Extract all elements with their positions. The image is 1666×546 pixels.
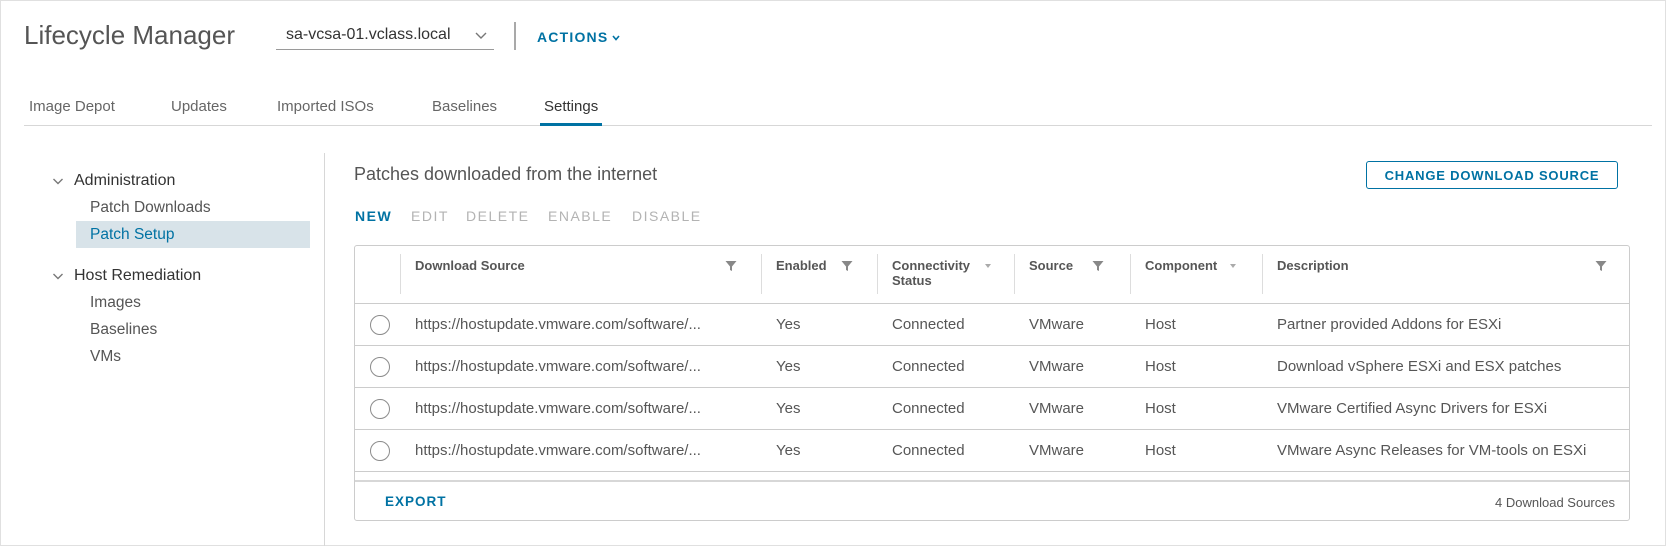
column-connectivity-status[interactable]: Connectivity Status <box>878 246 1014 304</box>
tab-imported-isos[interactable]: Imported ISOs <box>277 98 374 126</box>
column-label-line2: Status <box>892 273 932 288</box>
page-title: Lifecycle Manager <box>24 20 235 50</box>
sidebar-group-label: Host Remediation <box>74 267 202 284</box>
column-enabled[interactable]: Enabled <box>762 246 877 304</box>
row-select-radio[interactable] <box>370 441 390 461</box>
tab-updates[interactable]: Updates <box>171 98 227 126</box>
row-select-radio[interactable] <box>370 315 390 335</box>
vcenter-selected-value: sa-vcsa-01.vclass.local <box>286 26 451 43</box>
chevron-down-icon <box>612 35 621 42</box>
column-label: Description <box>1277 258 1349 273</box>
cell-source: VMware <box>1029 442 1085 459</box>
delete-button[interactable]: DELETE <box>466 208 529 224</box>
table-row[interactable]: https://hostupdate.vmware.com/software/.… <box>355 388 1629 430</box>
cell-connectivity: Connected <box>892 358 965 375</box>
grid-footer: EXPORT 4 Download Sources <box>355 480 1629 520</box>
cell-download-source: https://hostupdate.vmware.com/software/.… <box>415 400 701 417</box>
cell-source: VMware <box>1029 400 1085 417</box>
cell-description: Download vSphere ESXi and ESX patches <box>1277 358 1562 375</box>
sidebar-item-images[interactable]: Images <box>76 289 310 316</box>
row-select-radio[interactable] <box>370 399 390 419</box>
tab-image-depot[interactable]: Image Depot <box>29 98 115 126</box>
sidebar-item-patch-setup[interactable]: Patch Setup <box>76 221 310 248</box>
column-source[interactable]: Source <box>1015 246 1130 304</box>
cell-enabled: Yes <box>776 400 801 417</box>
column-label: Enabled <box>776 258 827 273</box>
vcenter-selector[interactable]: sa-vcsa-01.vclass.local <box>276 24 494 50</box>
cell-description: Partner provided Addons for ESXi <box>1277 316 1502 333</box>
tab-baselines[interactable]: Baselines <box>432 98 497 126</box>
cell-connectivity: Connected <box>892 442 965 459</box>
cell-enabled: Yes <box>776 316 801 333</box>
cell-component: Host <box>1145 400 1176 417</box>
export-button[interactable]: EXPORT <box>385 494 447 509</box>
cell-component: Host <box>1145 442 1176 459</box>
sort-caret-icon[interactable] <box>1230 263 1236 269</box>
filter-icon[interactable] <box>725 260 737 272</box>
row-select-radio[interactable] <box>370 357 390 377</box>
section-title: Patches downloaded from the internet <box>354 164 658 184</box>
chevron-down-icon <box>53 273 63 280</box>
grid-header: Download Source Enabled Connectivity Sta… <box>355 246 1629 304</box>
cell-download-source: https://hostupdate.vmware.com/software/.… <box>415 442 701 459</box>
column-label: Source <box>1029 258 1074 273</box>
column-description[interactable]: Description <box>1263 246 1629 304</box>
cell-description: VMware Async Releases for VM-tools on ES… <box>1277 442 1587 459</box>
sidebar-group-label: Administration <box>74 172 176 189</box>
column-component[interactable]: Component <box>1131 246 1262 304</box>
download-sources-grid: Download Source Enabled Connectivity Sta… <box>354 245 1630 521</box>
filter-icon[interactable] <box>841 260 853 272</box>
filter-icon[interactable] <box>1595 260 1607 272</box>
tab-bar: Image Depot Updates Imported ISOs Baseli… <box>24 90 1652 126</box>
column-download-source[interactable]: Download Source <box>401 246 761 304</box>
cell-enabled: Yes <box>776 358 801 375</box>
cell-component: Host <box>1145 316 1176 333</box>
sidebar-item-patch-downloads[interactable]: Patch Downloads <box>76 194 310 221</box>
table-row[interactable]: https://hostupdate.vmware.com/software/.… <box>355 430 1629 472</box>
sidebar-group-host-remediation[interactable]: Host Remediation <box>52 267 201 285</box>
actions-menu-button[interactable]: ACTIONS <box>537 29 621 45</box>
filter-icon[interactable] <box>1092 260 1104 272</box>
chevron-down-icon <box>53 178 63 185</box>
disable-button[interactable]: DISABLE <box>632 208 702 224</box>
cell-connectivity: Connected <box>892 316 965 333</box>
cell-download-source: https://hostupdate.vmware.com/software/.… <box>415 316 701 333</box>
sidebar-divider <box>324 153 325 546</box>
tab-settings[interactable]: Settings <box>540 98 603 126</box>
chevron-down-icon <box>475 32 487 39</box>
cell-description: VMware Certified Async Drivers for ESXi <box>1277 400 1548 417</box>
cell-source: VMware <box>1029 358 1085 375</box>
cell-download-source: https://hostupdate.vmware.com/software/.… <box>415 358 701 375</box>
cell-connectivity: Connected <box>892 400 965 417</box>
edit-button[interactable]: EDIT <box>411 208 449 224</box>
column-label: Component <box>1145 258 1218 273</box>
new-button[interactable]: NEW <box>355 208 392 224</box>
cell-component: Host <box>1145 358 1176 375</box>
table-row[interactable]: https://hostupdate.vmware.com/software/.… <box>355 346 1629 388</box>
sidebar-item-vms[interactable]: VMs <box>76 343 310 370</box>
enable-button[interactable]: ENABLE <box>548 208 612 224</box>
sidebar-item-baselines[interactable]: Baselines <box>76 316 310 343</box>
column-label: Download Source <box>415 258 525 273</box>
table-row[interactable]: https://hostupdate.vmware.com/software/.… <box>355 304 1629 346</box>
row-count-label: 4 Download Sources <box>1495 495 1615 510</box>
sort-caret-icon[interactable] <box>985 263 991 269</box>
actions-label: ACTIONS <box>537 29 609 45</box>
cell-enabled: Yes <box>776 442 801 459</box>
column-label-line1: Connectivity <box>892 258 971 273</box>
sidebar-group-administration[interactable]: Administration <box>52 172 175 190</box>
change-download-source-button[interactable]: CHANGE DOWNLOAD SOURCE <box>1366 161 1618 189</box>
header-divider <box>514 22 516 50</box>
cell-source: VMware <box>1029 316 1085 333</box>
